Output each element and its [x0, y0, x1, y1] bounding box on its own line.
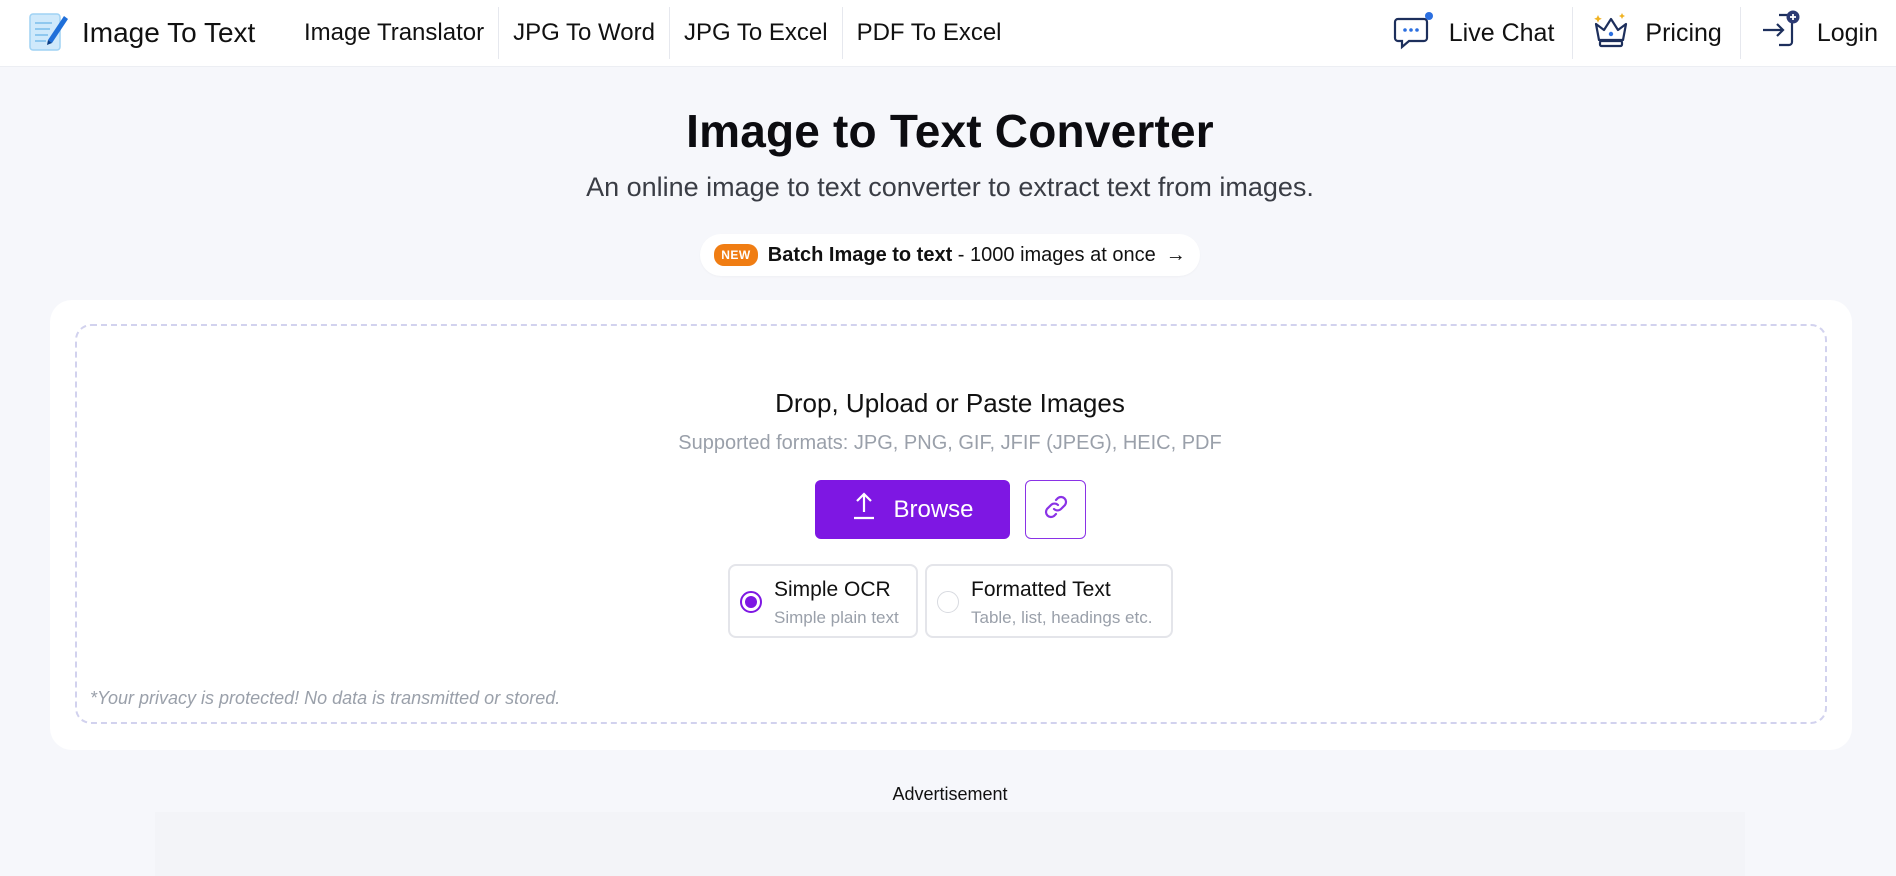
site-logo[interactable]: Image To Text — [26, 7, 255, 59]
batch-description: - 1000 images at once — [952, 243, 1156, 266]
upload-icon — [851, 491, 877, 528]
arrow-right-icon: → — [1165, 243, 1186, 266]
simple-ocr-title: Simple OCR — [774, 578, 891, 601]
main-nav: Image Translator JPG To Word JPG To Exce… — [290, 0, 1016, 66]
nav-image-translator[interactable]: Image Translator — [290, 7, 498, 59]
live-chat-label: Live Chat — [1448, 18, 1555, 47]
pricing-button[interactable]: Pricing — [1572, 7, 1739, 59]
nav-pdf-to-excel[interactable]: PDF To Excel — [841, 7, 1016, 59]
batch-image-to-text-link[interactable]: NEW Batch Image to text - 1000 images at… — [700, 234, 1200, 276]
browse-button[interactable]: Browse — [815, 480, 1010, 539]
chat-bubble-icon — [1393, 10, 1435, 57]
link-icon — [1041, 492, 1071, 527]
supported-formats: Supported formats: JPG, PNG, GIF, JFIF (… — [678, 432, 1222, 454]
dropzone-title: Drop, Upload or Paste Images — [775, 388, 1125, 418]
advertisement-slot — [155, 812, 1745, 876]
nav-jpg-to-excel[interactable]: JPG To Excel — [668, 7, 842, 59]
new-badge: NEW — [714, 244, 758, 266]
pricing-label: Pricing — [1645, 18, 1722, 47]
formatted-text-option[interactable]: Formatted Text Table, list, headings etc… — [925, 564, 1173, 638]
simple-ocr-radio[interactable] — [740, 591, 762, 613]
live-chat-button[interactable]: Live Chat — [1375, 7, 1573, 59]
crown-icon — [1591, 10, 1631, 57]
login-label: Login — [1816, 18, 1878, 47]
advertisement-label: Advertisement — [892, 784, 1008, 804]
simple-ocr-option[interactable]: Simple OCR Simple plain text — [728, 564, 918, 638]
privacy-note: *Your privacy is protected! No data is t… — [90, 688, 561, 708]
browse-label: Browse — [893, 495, 974, 523]
logo-text: Image To Text — [82, 17, 256, 48]
header-actions: Live Chat Pricing Login — [1375, 0, 1896, 66]
document-pen-icon — [26, 9, 70, 58]
page-subtitle: An online image to text converter to ext… — [586, 172, 1314, 202]
simple-ocr-subtitle: Simple plain text — [774, 608, 899, 627]
login-button[interactable]: Login — [1739, 7, 1896, 59]
login-arrow-icon — [1759, 9, 1803, 58]
formatted-text-radio[interactable] — [937, 591, 959, 613]
paste-url-button[interactable] — [1025, 480, 1086, 539]
batch-title: Batch Image to text — [767, 243, 953, 266]
formatted-text-title: Formatted Text — [971, 578, 1111, 601]
page-title: Image to Text Converter — [686, 105, 1214, 157]
formatted-text-subtitle: Table, list, headings etc. — [971, 608, 1153, 627]
site-header: Image To Text Image Translator JPG To Wo… — [0, 0, 1896, 67]
nav-jpg-to-word[interactable]: JPG To Word — [498, 7, 669, 59]
